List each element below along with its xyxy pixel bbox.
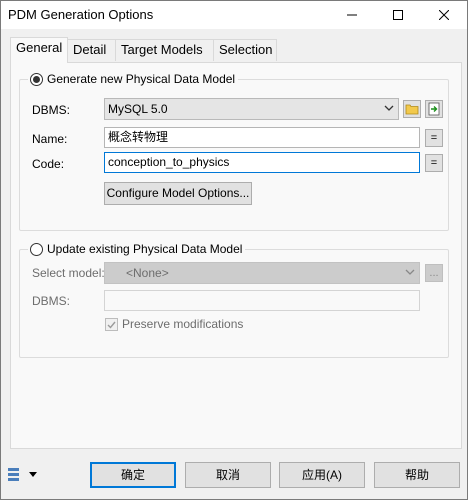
generate-new-label: Generate new Physical Data Model — [47, 72, 236, 86]
chevron-down-icon — [384, 105, 394, 111]
dbms-browse-button[interactable] — [403, 100, 421, 118]
ok-button[interactable]: 确定 — [90, 462, 176, 488]
folder-icon — [405, 104, 419, 115]
tab-label: Detail — [73, 42, 107, 57]
help-button[interactable]: 帮助 — [374, 462, 460, 488]
tab-label: General — [16, 40, 63, 55]
update-existing-label: Update existing Physical Data Model — [47, 242, 243, 256]
update-dbms-label: DBMS: — [32, 294, 71, 308]
update-existing-group: Update existing Physical Data Model Sele… — [19, 241, 449, 358]
maximize-button[interactable] — [375, 1, 421, 29]
dbms-label: DBMS: — [32, 103, 71, 117]
select-model-select[interactable]: <None> — [104, 262, 420, 284]
update-existing-radio[interactable]: Update existing Physical Data Model — [28, 241, 246, 257]
tab-label: Selection — [219, 42, 273, 57]
configure-model-options-button[interactable]: Configure Model Options... — [104, 182, 252, 205]
apply-button[interactable]: 应用(A) — [279, 462, 365, 488]
tab-detail[interactable]: Detail — [67, 39, 116, 61]
radio-selected-icon — [30, 72, 43, 86]
dbms-selected-value: MySQL 5.0 — [108, 102, 168, 116]
name-input[interactable]: 概念转物理 — [104, 127, 420, 148]
tab-control: General Detail Target Models Selection G… — [10, 37, 462, 449]
code-equals-button[interactable]: = — [425, 154, 443, 172]
title-bar: PDM Generation Options — [1, 1, 467, 29]
tab-target-models[interactable]: Target Models — [115, 39, 214, 61]
tab-general[interactable]: General — [10, 37, 68, 63]
radio-unselected-icon — [30, 242, 43, 256]
properties-icon — [428, 102, 440, 116]
select-model-label: Select model: — [32, 266, 105, 280]
close-button[interactable] — [421, 1, 467, 29]
cancel-button[interactable]: 取消 — [185, 462, 271, 488]
general-tab-panel: Generate new Physical Data Model DBMS: M… — [10, 62, 462, 449]
tab-selection[interactable]: Selection — [213, 39, 277, 61]
select-model-value: <None> — [126, 266, 169, 280]
close-icon — [439, 10, 449, 20]
name-label: Name: — [32, 132, 68, 146]
select-model-browse-button[interactable]: ... — [425, 264, 443, 282]
maximize-icon — [393, 10, 403, 20]
window-title: PDM Generation Options — [8, 7, 154, 22]
generate-new-group: Generate new Physical Data Model DBMS: M… — [19, 71, 449, 231]
minimize-button[interactable] — [329, 1, 375, 29]
checkmark-icon — [107, 321, 116, 329]
minimize-icon — [347, 14, 357, 16]
generate-new-radio[interactable]: Generate new Physical Data Model — [28, 71, 239, 87]
dbms-properties-button[interactable] — [425, 100, 443, 118]
code-input[interactable]: conception_to_physics — [104, 152, 420, 173]
name-equals-button[interactable]: = — [425, 129, 443, 147]
tab-label: Target Models — [121, 42, 203, 57]
dbms-select[interactable]: MySQL 5.0 — [104, 98, 399, 120]
model-menu-button[interactable] — [7, 466, 37, 482]
update-dbms-field[interactable] — [104, 290, 420, 311]
chevron-down-icon — [405, 269, 415, 275]
preserve-modifications-label: Preserve modifications — [122, 317, 244, 331]
chevron-down-icon — [29, 471, 37, 477]
preserve-modifications-checkbox[interactable] — [105, 318, 118, 331]
model-menu-icon — [8, 468, 19, 481]
dialog-window: PDM Generation Options General Detail Ta… — [0, 0, 468, 500]
code-label: Code: — [32, 157, 65, 171]
